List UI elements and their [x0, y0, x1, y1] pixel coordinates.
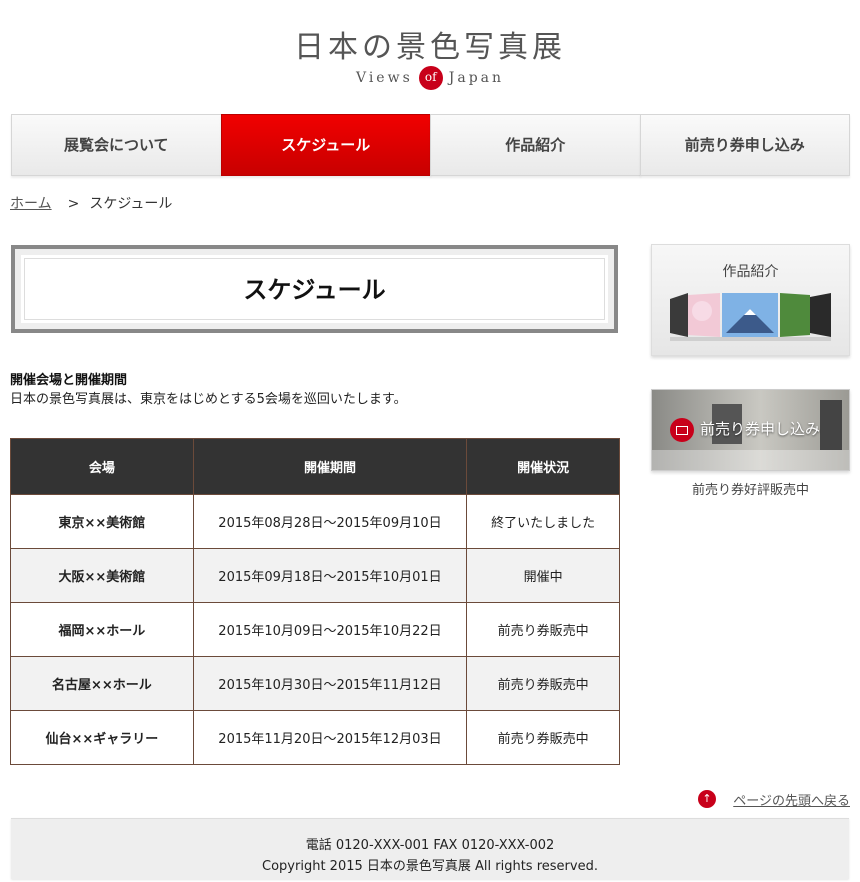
works-thumbnails	[670, 293, 831, 341]
page-title: スケジュール	[24, 258, 605, 320]
site-subtitle-right: Japan	[448, 70, 505, 86]
status-cell: 終了いたしました	[466, 494, 620, 549]
arrow-up-circle-icon[interactable]: ↑	[698, 790, 716, 808]
works-banner[interactable]: 作品紹介	[651, 244, 850, 356]
schedule-table: 会場 開催期間 開催状況 東京××美術館 2015年08月28日～2015年09…	[10, 438, 620, 765]
main-nav: 展覧会について スケジュール 作品紹介 前売り券申し込み	[11, 114, 850, 176]
schedule-header-row: 会場 開催期間 開催状況	[10, 438, 620, 495]
thumb-dark-right	[810, 293, 831, 337]
site-title: 日本の景色写真展	[294, 30, 566, 65]
column-header-status: 開催状況	[466, 438, 620, 495]
period-cell: 2015年09月18日～2015年10月01日	[192, 548, 468, 603]
column-header-venue: 会場	[10, 438, 194, 495]
venue-cell: 名古屋××ホール	[10, 656, 194, 711]
breadcrumb-current: スケジュール	[89, 196, 173, 212]
ticket-banner[interactable]: 前売り券申し込み	[651, 389, 850, 471]
breadcrumb-home-link[interactable]: ホーム	[10, 196, 52, 212]
breadcrumb: ホーム > スケジュール	[10, 193, 172, 213]
period-cell: 2015年11月20日～2015年12月03日	[192, 710, 468, 765]
venue-cell: 東京××美術館	[10, 494, 194, 549]
venue-cell: 大阪××美術館	[10, 548, 194, 603]
thumb-dark-left	[670, 293, 688, 337]
table-row: 東京××美術館 2015年08月28日～2015年09月10日 終了いたしました	[10, 494, 620, 549]
table-row: 福岡××ホール 2015年10月09日～2015年10月22日 前売り券販売中	[10, 602, 620, 657]
intro-text: 日本の景色写真展は、東京をはじめとする5会場を巡回いたします。	[10, 392, 407, 407]
table-row: 大阪××美術館 2015年09月18日～2015年10月01日 開催中	[10, 548, 620, 603]
pagetop-link[interactable]: ページの先頭へ戻る	[733, 790, 850, 809]
site-subtitle-left: Views	[355, 70, 413, 86]
footer-contact: 電話 0120-XXX-001 FAX 0120-XXX-002	[305, 838, 555, 853]
venue-cell: 仙台××ギャラリー	[10, 710, 194, 765]
table-row: 仙台××ギャラリー 2015年11月20日～2015年12月03日 前売り券販売…	[10, 710, 620, 765]
ticket-note: 前売り券好評販売中	[691, 483, 809, 498]
status-cell: 前売り券販売中	[466, 602, 620, 657]
status-cell: 前売り券販売中	[466, 656, 620, 711]
thumb-green-field	[780, 293, 810, 337]
status-cell: 開催中	[466, 548, 620, 603]
ticket-banner-label: 前売り券申し込み	[700, 420, 821, 438]
period-cell: 2015年10月30日～2015年11月12日	[192, 656, 468, 711]
footer-copyright: Copyright 2015 日本の景色写真展 All rights reser…	[262, 859, 598, 874]
works-banner-title: 作品紹介	[722, 264, 779, 280]
gallery-floor	[652, 450, 849, 470]
venue-cell: 福岡××ホール	[10, 602, 194, 657]
intro-heading: 開催会場と開催期間	[10, 373, 128, 388]
nav-item-about[interactable]: 展覧会について	[11, 114, 222, 176]
site-subtitle-of-badge: of	[418, 66, 443, 90]
ticket-icon	[670, 418, 694, 442]
nav-item-works[interactable]: 作品紹介	[430, 114, 641, 176]
site-subtitle: Views of Japan	[0, 66, 860, 90]
period-cell: 2015年08月28日～2015年09月10日	[192, 494, 468, 549]
gallery-frame	[820, 400, 842, 450]
period-cell: 2015年10月09日～2015年10月22日	[192, 602, 468, 657]
status-cell: 前売り券販売中	[466, 710, 620, 765]
nav-item-tickets[interactable]: 前売り券申し込み	[639, 114, 850, 176]
page-title-box: スケジュール	[11, 245, 618, 333]
nav-item-schedule[interactable]: スケジュール	[220, 114, 431, 176]
table-row: 名古屋××ホール 2015年10月30日～2015年11月12日 前売り券販売中	[10, 656, 620, 711]
column-header-period: 開催期間	[192, 438, 468, 495]
breadcrumb-separator: >	[67, 196, 80, 212]
footer: 電話 0120-XXX-001 FAX 0120-XXX-002 Copyrig…	[11, 818, 849, 879]
